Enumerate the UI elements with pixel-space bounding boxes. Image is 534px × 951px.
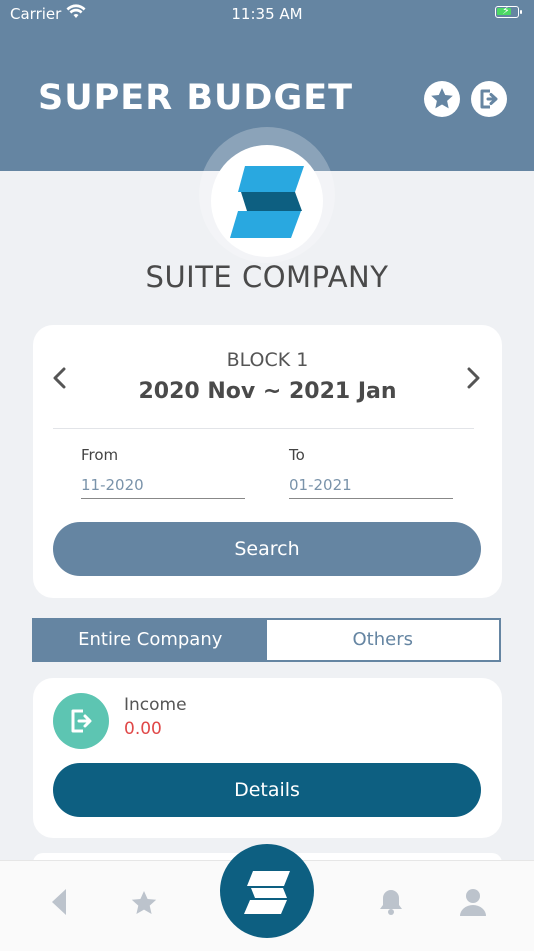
tab-entire-company[interactable]: Entire Company — [34, 620, 267, 660]
income-label: Income — [124, 695, 187, 715]
back-tab[interactable] — [50, 888, 68, 920]
app-logo-icon — [230, 166, 304, 238]
to-field[interactable] — [289, 471, 453, 499]
income-card: Income 0.00 Details — [33, 678, 502, 838]
income-icon — [53, 693, 109, 749]
back-icon — [52, 889, 66, 915]
to-label: To — [289, 446, 305, 464]
app-logo-icon — [244, 871, 290, 914]
logout-button[interactable] — [471, 81, 507, 117]
company-name: SUITE COMPANY — [145, 260, 389, 294]
period-card: BLOCK 1 2020 Nov ~ 2021 Jan From To Sear… — [33, 325, 502, 598]
tab-others[interactable]: Others — [267, 620, 500, 660]
notifications-tab[interactable] — [376, 887, 406, 921]
chevron-right-icon[interactable] — [465, 366, 481, 396]
income-value: 0.00 — [124, 719, 162, 739]
battery-icon: ⚡ — [495, 4, 522, 18]
details-button[interactable]: Details — [53, 763, 481, 817]
from-label: From — [81, 446, 119, 464]
favorite-button[interactable] — [424, 81, 460, 117]
star-icon — [131, 891, 157, 914]
home-button[interactable] — [220, 844, 314, 938]
clock: 11:35 AM — [231, 5, 303, 23]
favorites-tab[interactable] — [130, 889, 158, 921]
bell-icon — [380, 890, 402, 915]
block-label: BLOCK 1 — [226, 349, 309, 371]
profile-tab[interactable] — [458, 887, 488, 921]
star-icon — [431, 88, 453, 109]
logout-icon — [480, 89, 498, 109]
divider — [53, 428, 474, 429]
period-range: 2020 Nov ~ 2021 Jan — [138, 379, 397, 404]
app-title: SUPER BUDGET — [38, 78, 353, 118]
scope-segmented-control: Entire Company Others — [32, 618, 501, 662]
company-logo — [211, 145, 323, 257]
status-bar: Carrier 11:35 AM ⚡ — [0, 0, 534, 28]
from-field[interactable] — [81, 471, 245, 499]
user-icon — [460, 889, 486, 916]
search-button[interactable]: Search — [53, 522, 481, 576]
